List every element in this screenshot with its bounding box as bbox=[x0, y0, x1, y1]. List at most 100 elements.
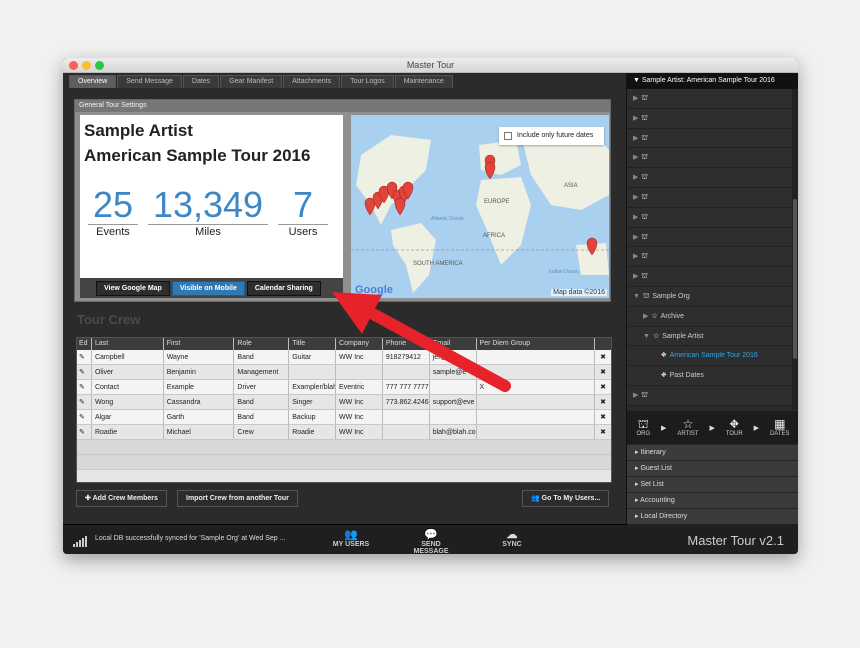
chevron-right-icon[interactable]: ▶ bbox=[633, 214, 638, 221]
edit-icon[interactable]: ✎ bbox=[77, 395, 92, 409]
sidebar-item-past-dates[interactable]: ⛖ Past Dates bbox=[627, 366, 798, 386]
nav-tour[interactable]: ⛖ TOUR bbox=[726, 418, 743, 438]
cell-first[interactable]: Example bbox=[164, 380, 235, 394]
cell-phone[interactable]: 773.862.4246 bbox=[383, 395, 430, 409]
cell-title[interactable]: Singer bbox=[289, 395, 337, 409]
table-row[interactable]: ✎ Campbell Wayne Band Guitar WW Inc 918279412 j… bbox=[77, 350, 611, 365]
col-title[interactable]: Title bbox=[289, 338, 337, 350]
cell-last[interactable]: Algar bbox=[92, 410, 164, 424]
cell-first[interactable]: Benjamin bbox=[164, 365, 235, 379]
cell-title[interactable]: Exampler/blah bbox=[289, 380, 337, 394]
cell-role[interactable]: Management bbox=[234, 365, 290, 379]
tab-gear-manifest[interactable]: Gear Manifest bbox=[220, 75, 283, 88]
edit-icon[interactable]: ✎ bbox=[77, 425, 92, 439]
tab-attachments[interactable]: Attachments bbox=[283, 75, 341, 88]
my-users-button[interactable]: 👥 MY USERS bbox=[331, 529, 371, 548]
tab-maintenance[interactable]: Maintenance bbox=[394, 75, 453, 88]
cell-title[interactable]: Roadie bbox=[289, 425, 337, 439]
accordion-accounting[interactable]: ▸ Accounting bbox=[627, 493, 798, 509]
sidebar-org-item[interactable]: ▶ ⛫ bbox=[627, 207, 798, 228]
table-row[interactable]: ✎ Wong Cassandra Band Singer WW Inc 773.862.42… bbox=[77, 395, 611, 410]
tab-overview[interactable]: Overview bbox=[69, 75, 117, 88]
cell-first[interactable]: Michael bbox=[164, 425, 235, 439]
cell-company[interactable]: WW Inc bbox=[336, 395, 383, 409]
cell-phone[interactable] bbox=[383, 425, 430, 439]
sidebar-item-sample-org[interactable]: ▼ ⛫ Sample Org bbox=[627, 286, 798, 307]
chevron-right-icon[interactable]: ▶ bbox=[633, 115, 638, 122]
close-window-button[interactable] bbox=[69, 61, 78, 70]
sidebar-org-item[interactable]: ▶ ⛫ bbox=[627, 128, 798, 149]
send-message-button[interactable]: 💬 SEND MESSAGE bbox=[403, 529, 459, 554]
accordion-guest-list[interactable]: ▸ Guest List bbox=[627, 461, 798, 477]
sidebar-org-item[interactable]: ▶ ⛫ bbox=[627, 247, 798, 268]
cell-per-diem[interactable]: X bbox=[477, 380, 596, 394]
cell-title[interactable]: Guitar bbox=[289, 350, 337, 364]
chevron-right-icon[interactable]: ▶ bbox=[633, 234, 638, 241]
future-dates-filter[interactable]: Include only future dates bbox=[499, 127, 604, 145]
col-company[interactable]: Company bbox=[336, 338, 383, 350]
cell-first[interactable]: Wayne bbox=[164, 350, 235, 364]
delete-icon[interactable]: ✖ bbox=[595, 410, 611, 424]
zoom-window-button[interactable] bbox=[95, 61, 104, 70]
cell-per-diem[interactable] bbox=[477, 395, 596, 409]
cell-per-diem[interactable] bbox=[477, 425, 596, 439]
cell-email[interactable] bbox=[430, 380, 477, 394]
future-dates-checkbox[interactable] bbox=[504, 132, 512, 140]
chevron-right-icon[interactable]: ▶ bbox=[633, 392, 638, 399]
accordion-itinerary[interactable]: ▸ Itinerary bbox=[627, 445, 798, 461]
sidebar-org-item[interactable]: ▶ ⛫ bbox=[627, 267, 798, 287]
col-role[interactable]: Role bbox=[234, 338, 290, 350]
cell-last[interactable]: Campbell bbox=[92, 350, 164, 364]
add-crew-members-button[interactable]: ✚ Add Crew Members bbox=[76, 490, 167, 507]
edit-icon[interactable]: ✎ bbox=[77, 380, 92, 394]
sidebar-org-item[interactable]: ▶ ⛫ bbox=[627, 148, 798, 169]
chevron-right-icon[interactable]: ▶ bbox=[633, 273, 638, 280]
minimize-window-button[interactable] bbox=[82, 61, 91, 70]
cell-role[interactable]: Band bbox=[234, 410, 290, 424]
cell-company[interactable]: WW Inc bbox=[336, 410, 383, 424]
col-last[interactable]: Last bbox=[92, 338, 164, 350]
sidebar-org-item[interactable]: ▶ ⛫ bbox=[627, 108, 798, 129]
sidebar-org-item[interactable]: ▶ ⛫ bbox=[627, 89, 798, 109]
cell-per-diem[interactable] bbox=[477, 350, 596, 364]
tab-tour-logos[interactable]: Tour Logos bbox=[341, 75, 394, 88]
cell-last[interactable]: Wong bbox=[92, 395, 164, 409]
delete-icon[interactable]: ✖ bbox=[595, 365, 611, 379]
col-phone[interactable]: Phone bbox=[383, 338, 430, 350]
cell-company[interactable]: WW Inc bbox=[336, 350, 383, 364]
cell-role[interactable]: Driver bbox=[234, 380, 290, 394]
chevron-right-icon[interactable]: ▶ bbox=[643, 313, 648, 320]
delete-icon[interactable]: ✖ bbox=[595, 425, 611, 439]
col-first[interactable]: First bbox=[164, 338, 235, 350]
table-row[interactable]: ✎ Contact Example Driver Exampler/blah Eventr… bbox=[77, 380, 611, 395]
col-ed[interactable]: Ed bbox=[77, 338, 92, 350]
sidebar-org-item[interactable]: ▶ ⛫ bbox=[627, 385, 798, 406]
sidebar-org-item[interactable]: ▶ ⛫ bbox=[627, 187, 798, 208]
sidebar-item-tour[interactable]: ⛖ American Sample Tour 2016 bbox=[627, 346, 798, 367]
cell-phone[interactable] bbox=[383, 410, 430, 424]
col-email[interactable]: Email bbox=[430, 338, 477, 350]
table-row[interactable]: ✎ Roadie Michael Crew Roadie WW Inc blah@blah.… bbox=[77, 425, 611, 440]
chevron-right-icon[interactable]: ▶ bbox=[633, 174, 638, 181]
cell-per-diem[interactable] bbox=[477, 365, 596, 379]
tab-dates[interactable]: Dates bbox=[182, 75, 220, 88]
cell-title[interactable] bbox=[289, 365, 337, 379]
cell-email[interactable]: support@eve bbox=[430, 395, 477, 409]
sidebar-org-item[interactable]: ▶ ⛫ bbox=[627, 227, 798, 248]
delete-icon[interactable]: ✖ bbox=[595, 350, 611, 364]
cell-company[interactable]: Eventric bbox=[336, 380, 383, 394]
edit-icon[interactable]: ✎ bbox=[77, 365, 92, 379]
calendar-sharing-button[interactable]: Calendar Sharing bbox=[246, 280, 321, 296]
chevron-down-icon[interactable]: ▼ bbox=[643, 333, 650, 340]
cell-email[interactable]: jef@ever bbox=[430, 350, 477, 364]
go-to-my-users-button[interactable]: 👥 Go To My Users... bbox=[522, 490, 610, 507]
cell-role[interactable]: Crew bbox=[234, 425, 290, 439]
tab-send-message[interactable]: Send Message bbox=[117, 75, 182, 88]
view-google-map-button[interactable]: View Google Map bbox=[96, 280, 170, 296]
edit-icon[interactable]: ✎ bbox=[77, 350, 92, 364]
table-row[interactable]: ✎ Oliver Benjamin Management sample@e ✖ bbox=[77, 365, 611, 380]
cell-phone[interactable] bbox=[383, 365, 430, 379]
delete-icon[interactable]: ✖ bbox=[595, 380, 611, 394]
edit-icon[interactable]: ✎ bbox=[77, 410, 92, 424]
sidebar-item-archive[interactable]: ▶ ☆ Archive bbox=[627, 306, 798, 327]
